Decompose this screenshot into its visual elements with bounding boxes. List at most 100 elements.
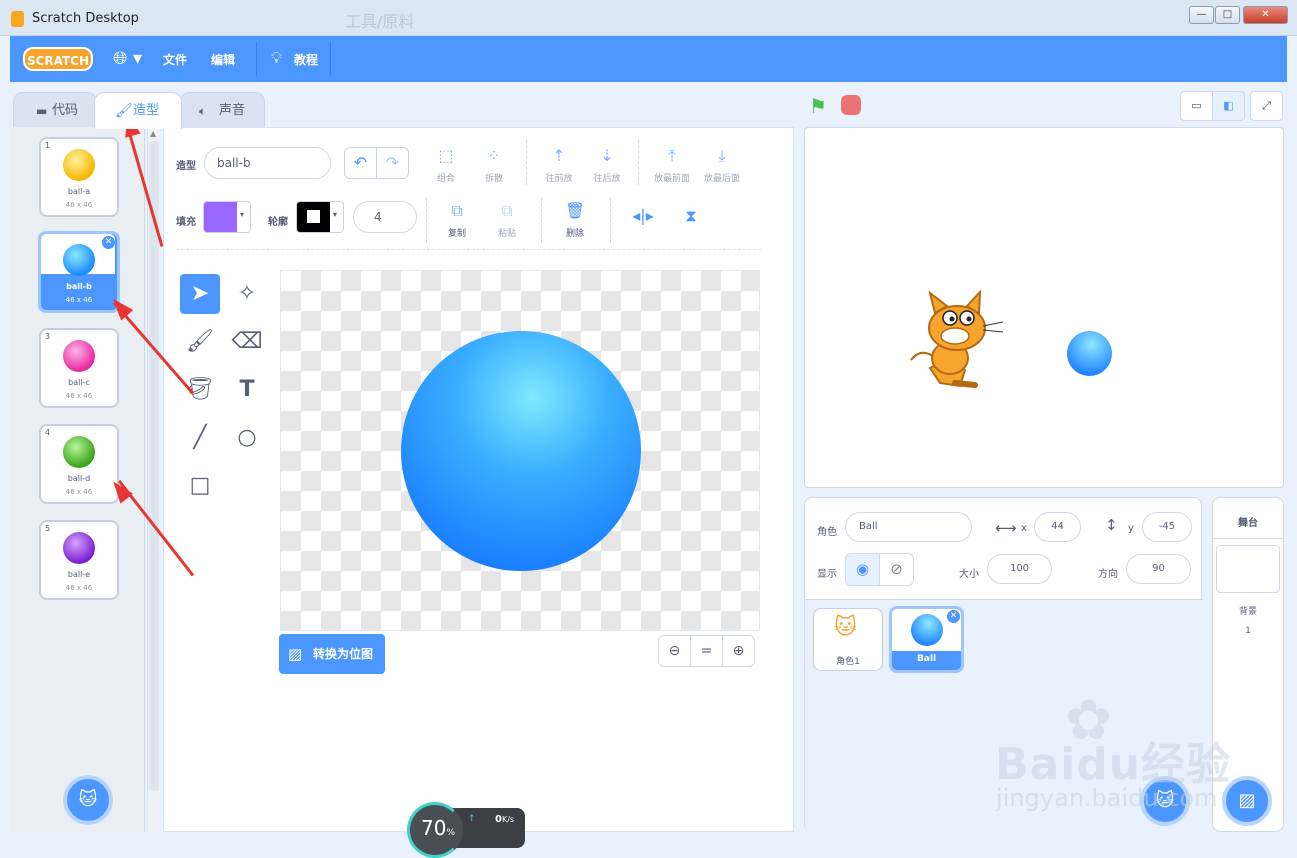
delete-sprite-icon[interactable]: ✕: [947, 610, 960, 623]
lightbulb-icon[interactable]: 💡︎: [271, 48, 282, 68]
eraser-tool[interactable]: ⌫: [227, 322, 267, 362]
cat-thumbnail-icon: 🐱︎: [834, 615, 857, 640]
paint-canvas[interactable]: [280, 270, 760, 631]
sprite-tile-selected[interactable]: ✕ Ball: [889, 606, 964, 673]
group-icon[interactable]: ⬚: [421, 146, 471, 165]
scratch-logo[interactable]: SCRATCH: [23, 47, 93, 71]
convert-to-bitmap-button[interactable]: ▨ 转换为位图: [279, 634, 385, 674]
delete-costume-icon[interactable]: ✕: [102, 236, 115, 249]
code-icon: ▬: [36, 104, 48, 118]
menu-file[interactable]: 文件: [163, 51, 187, 68]
stage-thumbnail[interactable]: [1216, 545, 1280, 593]
undo-button[interactable]: ↶: [344, 147, 377, 179]
close-button[interactable]: ✕: [1243, 6, 1288, 24]
show-hidden-button[interactable]: ⊘: [879, 553, 914, 586]
costume-size: 46 x 46: [65, 201, 93, 209]
speed-value: 0: [495, 814, 502, 825]
sprite-tile-name: Ball: [916, 654, 937, 664]
select-tool[interactable]: ➤: [180, 274, 220, 314]
outline-label: 轮廓: [268, 217, 288, 228]
costume-number: 3: [45, 332, 51, 341]
small-stage-button[interactable]: ▭: [1180, 91, 1213, 121]
x-input[interactable]: 44: [1034, 512, 1081, 542]
fill-tool[interactable]: 🪣︎: [180, 370, 220, 410]
flip-horizontal-icon[interactable]: ◂|▸: [618, 206, 668, 225]
sprite-tile[interactable]: 🐱︎ 角色1: [813, 608, 883, 671]
brush-tool[interactable]: 🖌︎: [180, 322, 220, 362]
outline-color-picker[interactable]: ▾: [296, 201, 344, 233]
outline-width-input[interactable]: 4: [353, 201, 417, 233]
tab-code[interactable]: ▬ 代码: [13, 92, 97, 128]
flip-vertical-icon[interactable]: ⧗: [666, 206, 716, 226]
circle-tool[interactable]: ○: [227, 418, 267, 458]
backdrops-count: 1: [1245, 626, 1251, 636]
costume-name-input[interactable]: ball-b: [204, 147, 331, 179]
costume-item-selected[interactable]: 2 ✕ ball-b 46 x 46: [38, 231, 120, 313]
dropdown-arrow-icon: ▾: [240, 210, 245, 219]
costume-size: 46 x 46: [65, 584, 93, 592]
minimize-button[interactable]: —: [1189, 6, 1214, 24]
menu-tutorials[interactable]: 教程: [294, 51, 318, 68]
toolbar-divider: [526, 140, 527, 185]
fullscreen-button[interactable]: ⤢: [1250, 91, 1283, 121]
zoom-out-button[interactable]: ⊖: [658, 635, 691, 667]
maximize-button[interactable]: □: [1215, 6, 1240, 24]
window-title: Scratch Desktop: [32, 11, 139, 26]
costume-item[interactable]: 4 ball-d 46 x 46: [39, 424, 119, 504]
ball-sprite[interactable]: [1067, 331, 1112, 376]
y-input[interactable]: -45: [1142, 512, 1192, 542]
menu-edit[interactable]: 编辑: [211, 51, 235, 68]
redo-button[interactable]: ↷: [376, 147, 409, 179]
paste-icon[interactable]: ⧉: [482, 201, 532, 221]
backward-icon[interactable]: ⇣: [582, 146, 632, 165]
rectangle-tool[interactable]: □: [180, 466, 220, 506]
costume-item[interactable]: 3 ball-c 46 x 46: [39, 328, 119, 408]
normal-stage-button[interactable]: ◧: [1212, 91, 1245, 121]
ball-thumbnail: [911, 614, 943, 646]
show-visible-button[interactable]: ◉: [845, 553, 880, 586]
back-icon[interactable]: ⤓: [697, 146, 747, 166]
speed-unit: K/s: [501, 815, 515, 824]
baidu-paw-icon: ✿: [1065, 688, 1112, 753]
front-icon[interactable]: ⤒: [647, 146, 697, 166]
choose-costume-button[interactable]: 🐱︎: [63, 775, 113, 825]
direction-input[interactable]: 90: [1126, 554, 1191, 584]
stop-icon[interactable]: [841, 95, 861, 115]
toolbar-divider: [426, 198, 427, 243]
language-globe-icon[interactable]: 🌐︎ ▾: [113, 48, 142, 69]
text-tool[interactable]: T: [227, 370, 267, 410]
outline-swatch: [297, 202, 330, 232]
fill-color-picker[interactable]: ▾: [203, 201, 251, 233]
stage-title: 舞台: [1238, 518, 1258, 529]
tab-sounds[interactable]: 🔈︎ 声音: [180, 92, 265, 128]
backdrops-label: 背景: [1238, 607, 1257, 617]
costume-number: 2: [45, 236, 51, 245]
costume-thumbnail: [63, 149, 95, 181]
costume-name-label: 造型: [176, 161, 196, 172]
reshape-tool[interactable]: ✧: [227, 274, 267, 314]
image-icon: ▨: [288, 645, 303, 663]
zoom-reset-button[interactable]: =: [690, 635, 723, 667]
baidu-watermark: Baidu经验: [995, 728, 1231, 792]
size-input[interactable]: 100: [987, 554, 1052, 584]
copy-icon[interactable]: ⧉: [432, 201, 482, 221]
costume-thumbnail: [63, 436, 95, 468]
stage-canvas[interactable]: [804, 127, 1284, 488]
convert-label: 转换为位图: [313, 647, 374, 661]
line-tool[interactable]: ╱: [180, 418, 220, 458]
tab-costumes[interactable]: 🖌︎ 造型: [94, 92, 182, 129]
costume-size: 46 x 46: [65, 296, 93, 304]
cat-sprite[interactable]: [905, 288, 1005, 393]
costume-item[interactable]: 1 ball-a 46 x 46: [39, 137, 119, 217]
scroll-up-arrow[interactable]: ▲: [150, 129, 156, 138]
sprite-name-input[interactable]: Ball: [845, 512, 972, 542]
green-flag-icon[interactable]: ⚑: [809, 94, 827, 118]
sprite-tile-name: 角色1: [836, 657, 860, 667]
ball-shape[interactable]: [401, 331, 641, 571]
forward-icon[interactable]: ⇡: [534, 146, 584, 165]
direction-label: 方向: [1098, 569, 1118, 580]
trash-icon[interactable]: 🗑︎: [550, 201, 600, 220]
ungroup-icon[interactable]: ⁘: [469, 146, 519, 165]
zoom-in-button[interactable]: ⊕: [722, 635, 755, 667]
costume-item[interactable]: 5 ball-e 46 x 46: [39, 520, 119, 600]
